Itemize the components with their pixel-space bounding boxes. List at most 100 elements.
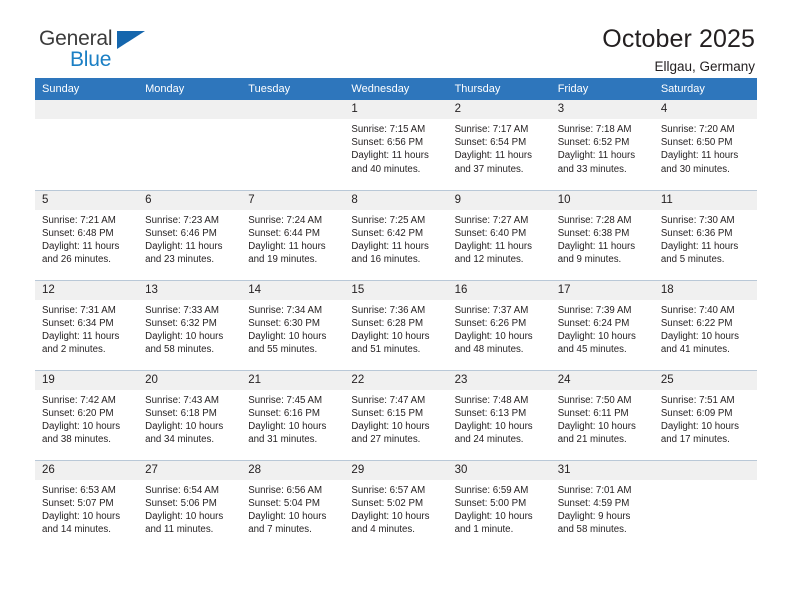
daylight-text-line2: and 51 minutes.: [351, 344, 421, 356]
generalblue-logo[interactable]: General Blue: [35, 26, 159, 74]
calendar-day-cell[interactable]: 22 Sunrise: 7:47 AM Sunset: 6:15 PM Dayligh…: [344, 369, 448, 460]
calendar-day-cell[interactable]: 6 Sunrise: 7:23 AM Sunset: 6:46 PM Daylight…: [138, 189, 242, 280]
weekday-header-wednesday: Wednesday: [344, 78, 448, 100]
daylight-text-line2: and 27 minutes.: [351, 434, 421, 446]
daylight-text-line2: and 23 minutes.: [145, 254, 215, 266]
calendar-day-cell[interactable]: 4 Sunrise: 7:20 AM Sunset: 6:50 PM Daylight…: [653, 100, 757, 190]
sunrise-text: Sunrise: 7:21 AM: [42, 214, 116, 226]
calendar-day-cell[interactable]: 27 Sunrise: 6:54 AM Sunset: 5:06 PM Dayligh…: [138, 459, 242, 550]
daylight-text-line1: Daylight: 11 hours: [248, 240, 326, 252]
sunrise-text: Sunrise: 7:31 AM: [42, 304, 116, 316]
calendar-week-row: 5 Sunrise: 7:21 AM Sunset: 6:48 PM Daylight…: [35, 189, 757, 280]
daylight-text-line1: Daylight: 11 hours: [351, 150, 429, 162]
sun-info: Sunrise: 7:23 AM Sunset: 6:46 PM Daylight:…: [138, 210, 241, 267]
calendar-day-cell[interactable]: 7 Sunrise: 7:24 AM Sunset: 6:44 PM Daylight…: [241, 189, 345, 280]
day-cell-inner: 1 Sunrise: 7:15 AM Sunset: 6:56 PM Daylight…: [344, 100, 448, 189]
daylight-text-line1: Daylight: 10 hours: [248, 420, 327, 432]
calendar-day-cell[interactable]: 25 Sunrise: 7:51 AM Sunset: 6:09 PM Dayligh…: [653, 369, 757, 460]
sun-info: Sunrise: 7:47 AM Sunset: 6:15 PM Daylight:…: [344, 390, 447, 447]
sunrise-text: Sunrise: 6:54 AM: [145, 484, 219, 496]
calendar-day-cell[interactable]: 12 Sunrise: 7:31 AM Sunset: 6:34 PM Dayligh…: [35, 279, 139, 370]
sunset-text: Sunset: 6:38 PM: [557, 227, 630, 239]
sunrise-text: Sunrise: 7:20 AM: [660, 124, 735, 135]
sun-info: Sunrise: 7:50 AM Sunset: 6:11 PM Daylight:…: [551, 390, 654, 447]
daylight-text-line2: and 9 minutes.: [557, 254, 622, 266]
daylight-text-line1: Daylight: 10 hours: [42, 420, 121, 432]
calendar-day-cell[interactable]: 3 Sunrise: 7:18 AM Sunset: 6:52 PM Daylight…: [550, 100, 654, 190]
sunset-text: Sunset: 5:06 PM: [145, 497, 217, 509]
calendar-day-cell[interactable]: 2 Sunrise: 7:17 AM Sunset: 6:54 PM Daylight…: [447, 100, 551, 190]
calendar-day-cell[interactable]: 28 Sunrise: 6:56 AM Sunset: 5:04 PM Dayligh…: [241, 459, 345, 550]
calendar-day-cell[interactable]: 26 Sunrise: 6:53 AM Sunset: 5:07 PM Dayligh…: [35, 459, 139, 550]
sun-info: Sunrise: 7:37 AM Sunset: 6:26 PM Daylight:…: [448, 300, 551, 357]
calendar-empty-cell: [241, 100, 345, 190]
day-number: 28: [241, 460, 345, 480]
sunrise-text: Sunrise: 7:50 AM: [557, 394, 632, 406]
calendar-day-cell[interactable]: 1 Sunrise: 7:15 AM Sunset: 6:56 PM Daylight…: [344, 100, 448, 190]
calendar-day-cell[interactable]: 20 Sunrise: 7:43 AM Sunset: 6:18 PM Dayligh…: [138, 369, 242, 460]
day-number: 31: [550, 460, 654, 480]
sun-info: Sunrise: 7:40 AM Sunset: 6:22 PM Daylight:…: [654, 300, 757, 357]
calendar-day-cell[interactable]: 30 Sunrise: 6:59 AM Sunset: 5:00 PM Dayligh…: [447, 459, 551, 550]
sunrise-text: Sunrise: 7:01 AM: [557, 484, 632, 496]
sun-info: Sunrise: 6:54 AM Sunset: 5:06 PM Daylight:…: [138, 480, 241, 537]
calendar-day-cell[interactable]: 15 Sunrise: 7:36 AM Sunset: 6:28 PM Dayligh…: [344, 279, 448, 370]
sunrise-text: Sunrise: 6:57 AM: [351, 484, 426, 496]
sun-info: Sunrise: 7:24 AM Sunset: 6:44 PM Daylight:…: [241, 210, 344, 267]
sunset-text: Sunset: 4:59 PM: [557, 497, 630, 509]
sunset-text: Sunset: 5:04 PM: [248, 497, 320, 509]
daylight-text-line2: and 33 minutes.: [557, 163, 627, 175]
calendar-day-cell[interactable]: 24 Sunrise: 7:50 AM Sunset: 6:11 PM Dayligh…: [550, 369, 654, 460]
calendar-day-cell[interactable]: 13 Sunrise: 7:33 AM Sunset: 6:32 PM Dayligh…: [138, 279, 242, 370]
sunset-text: Sunset: 6:09 PM: [660, 407, 733, 419]
day-cell-inner: 9 Sunrise: 7:27 AM Sunset: 6:40 PM Daylight…: [447, 190, 551, 280]
calendar-day-cell[interactable]: 29 Sunrise: 6:57 AM Sunset: 5:02 PM Dayligh…: [344, 459, 448, 550]
sunrise-text: Sunrise: 7:28 AM: [557, 214, 632, 226]
daylight-text-line2: and 11 minutes.: [145, 524, 214, 536]
calendar-day-cell[interactable]: 11 Sunrise: 7:30 AM Sunset: 6:36 PM Dayligh…: [653, 189, 757, 280]
day-number: 13: [138, 280, 242, 300]
sun-info: Sunrise: 7:33 AM Sunset: 6:32 PM Daylight:…: [138, 300, 241, 357]
day-number: 25: [653, 370, 757, 390]
calendar-day-cell[interactable]: 9 Sunrise: 7:27 AM Sunset: 6:40 PM Daylight…: [447, 189, 551, 280]
day-number: 17: [550, 280, 654, 300]
sunset-text: Sunset: 6:30 PM: [248, 317, 320, 329]
calendar-day-cell[interactable]: 18 Sunrise: 7:40 AM Sunset: 6:22 PM Dayligh…: [653, 279, 757, 370]
calendar-day-cell[interactable]: 21 Sunrise: 7:45 AM Sunset: 6:16 PM Dayligh…: [241, 369, 345, 460]
calendar-day-cell[interactable]: 5 Sunrise: 7:21 AM Sunset: 6:48 PM Daylight…: [35, 189, 139, 280]
calendar-day-cell[interactable]: 19 Sunrise: 7:42 AM Sunset: 6:20 PM Dayligh…: [35, 369, 139, 460]
daylight-text-line1: Daylight: 10 hours: [351, 420, 430, 432]
day-number: 19: [35, 370, 139, 390]
day-number: 3: [550, 100, 654, 119]
sunset-text: Sunset: 6:24 PM: [557, 317, 630, 329]
title-block: October 2025 Ellgau, Germany: [602, 26, 757, 74]
calendar-day-cell[interactable]: 8 Sunrise: 7:25 AM Sunset: 6:42 PM Daylight…: [344, 189, 448, 280]
daylight-text-line1: Daylight: 10 hours: [145, 330, 224, 342]
day-cell-inner: 7 Sunrise: 7:24 AM Sunset: 6:44 PM Daylight…: [241, 190, 345, 280]
daylight-text-line1: Daylight: 11 hours: [42, 330, 120, 342]
calendar-day-cell[interactable]: 16 Sunrise: 7:37 AM Sunset: 6:26 PM Dayligh…: [447, 279, 551, 370]
calendar-day-cell[interactable]: 23 Sunrise: 7:48 AM Sunset: 6:13 PM Dayligh…: [447, 369, 551, 460]
sunrise-text: Sunrise: 7:23 AM: [145, 214, 219, 226]
daylight-text-line1: Daylight: 11 hours: [42, 240, 120, 252]
daylight-text-line1: Daylight: 10 hours: [248, 510, 327, 522]
sun-info: Sunrise: 6:57 AM Sunset: 5:02 PM Daylight:…: [344, 480, 447, 537]
daylight-text-line1: Daylight: 11 hours: [557, 240, 636, 252]
calendar-day-cell[interactable]: 10 Sunrise: 7:28 AM Sunset: 6:38 PM Dayligh…: [550, 189, 654, 280]
daylight-text-line1: Daylight: 10 hours: [248, 330, 327, 342]
calendar-day-cell[interactable]: 17 Sunrise: 7:39 AM Sunset: 6:24 PM Dayligh…: [550, 279, 654, 370]
day-number: 7: [241, 190, 345, 210]
calendar-day-cell[interactable]: 31 Sunrise: 7:01 AM Sunset: 4:59 PM Dayligh…: [550, 459, 654, 550]
sunset-text: Sunset: 6:36 PM: [660, 227, 733, 239]
sunrise-text: Sunrise: 7:27 AM: [454, 214, 529, 226]
sun-info: Sunrise: 7:39 AM Sunset: 6:24 PM Daylight:…: [551, 300, 654, 357]
calendar-day-cell[interactable]: 14 Sunrise: 7:34 AM Sunset: 6:30 PM Dayligh…: [241, 279, 345, 370]
day-cell-inner: 15 Sunrise: 7:36 AM Sunset: 6:28 PM Dayligh…: [344, 280, 448, 370]
daylight-text-line2: and 21 minutes.: [557, 434, 627, 446]
day-number: 24: [550, 370, 654, 390]
day-number: [241, 100, 345, 119]
daylight-text-line1: Daylight: 10 hours: [660, 330, 739, 342]
daylight-text-line1: Daylight: 10 hours: [42, 510, 121, 522]
sunset-text: Sunset: 5:02 PM: [351, 497, 424, 509]
day-cell-inner: 27 Sunrise: 6:54 AM Sunset: 5:06 PM Dayligh…: [138, 460, 242, 550]
